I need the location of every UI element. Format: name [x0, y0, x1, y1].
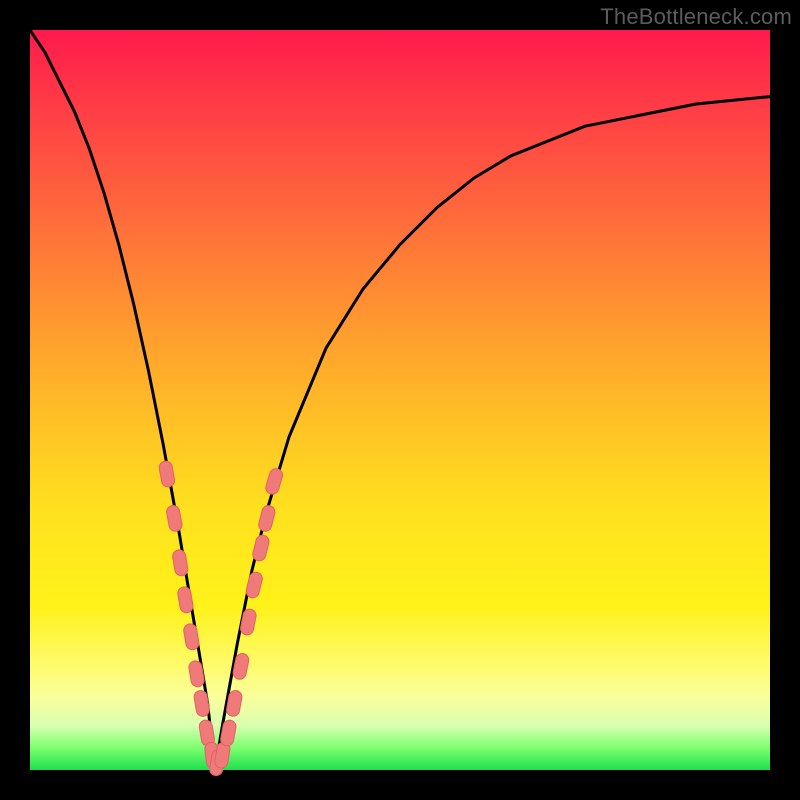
marker-point: [177, 586, 194, 614]
plot-area: [30, 30, 770, 770]
marker-point: [264, 467, 284, 496]
marker-point: [172, 549, 189, 577]
curve-group: [30, 30, 770, 770]
marker-point: [193, 690, 210, 718]
chart-svg: [30, 30, 770, 770]
watermark-text: TheBottleneck.com: [600, 4, 792, 30]
outer-frame: TheBottleneck.com: [0, 0, 800, 800]
marker-point: [257, 504, 276, 532]
marker-point: [245, 571, 264, 599]
marker-point: [251, 534, 270, 562]
marker-point: [166, 504, 183, 532]
bottleneck-curve: [30, 30, 770, 770]
marker-point: [183, 623, 200, 651]
marker-point: [158, 460, 175, 488]
marker-point: [239, 608, 257, 636]
